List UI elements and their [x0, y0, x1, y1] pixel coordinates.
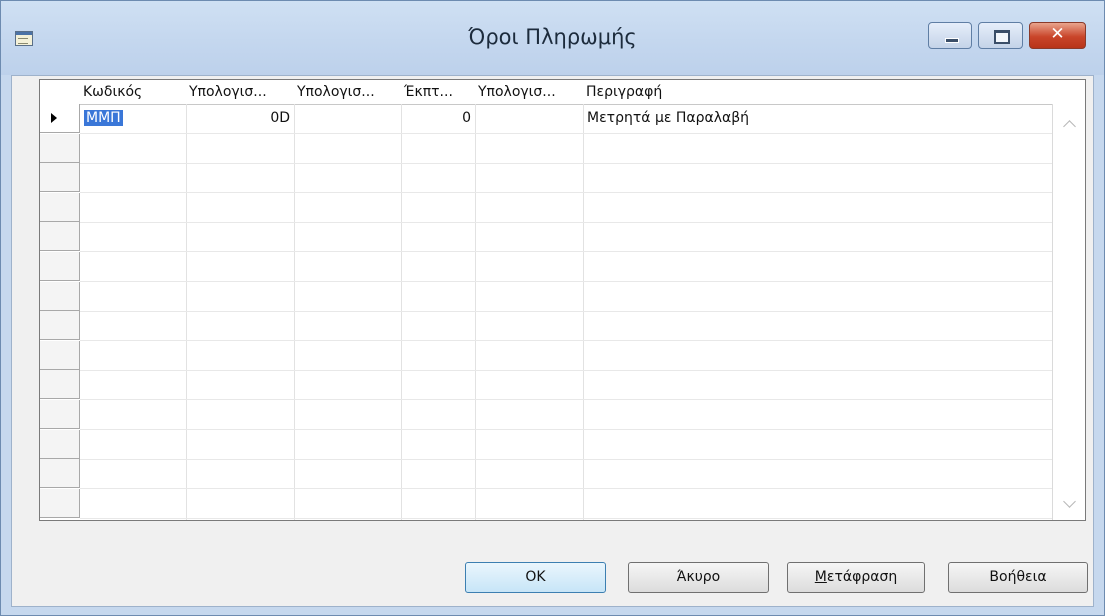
grid-header: Κωδικός Υπολογισ... Υπολογισ... Έκπτ... … — [40, 80, 1052, 105]
cell-discount-pct[interactable]: 0 — [401, 108, 471, 128]
row-divider — [80, 399, 1052, 400]
current-row-arrow-icon — [51, 113, 57, 123]
payment-terms-grid[interactable]: Κωδικός Υπολογισ... Υπολογισ... Έκπτ... … — [39, 79, 1086, 521]
translate-label: ετάφραση — [826, 569, 898, 585]
row-divider — [80, 370, 1052, 371]
maximize-icon — [994, 30, 1010, 44]
row-selector[interactable] — [40, 311, 80, 340]
row-divider — [80, 311, 1052, 312]
row-selector[interactable] — [40, 134, 80, 163]
row-selector[interactable] — [40, 489, 80, 518]
cell-due-date-calc[interactable]: 0D — [186, 108, 290, 128]
column-divider — [401, 104, 402, 520]
column-header-description[interactable]: Περιγραφή — [583, 80, 1052, 104]
row-selector[interactable] — [40, 282, 80, 311]
minimize-button[interactable] — [928, 22, 972, 49]
row-divider — [80, 222, 1052, 223]
translate-button[interactable]: Μετάφραση — [787, 562, 925, 593]
row-divider — [80, 429, 1052, 430]
payment-terms-window: Όροι Πληρωμής ✕ Κωδικός Υπολογισ... Υπολ… — [0, 0, 1105, 616]
row-selector[interactable] — [40, 400, 80, 429]
row-selector[interactable] — [40, 430, 80, 459]
row-selector[interactable] — [40, 104, 80, 133]
row-selector[interactable] — [40, 252, 80, 281]
code-value[interactable]: ΜΜΠ — [84, 110, 123, 126]
cell-description[interactable]: Μετρητά με Παραλαβή — [587, 108, 749, 128]
close-icon: ✕ — [1050, 24, 1065, 44]
row-divider — [80, 163, 1052, 164]
scroll-down-icon[interactable] — [1063, 495, 1076, 508]
maximize-button[interactable] — [978, 22, 1023, 49]
row-selector[interactable] — [40, 459, 80, 488]
ok-button[interactable]: OK — [465, 562, 606, 593]
row-divider — [80, 251, 1052, 252]
row-divider — [80, 518, 1052, 519]
row-divider — [80, 340, 1052, 341]
column-header-calc-other[interactable]: Υπολογισ... — [475, 80, 583, 104]
column-header-code[interactable]: Κωδικός — [80, 80, 186, 104]
row-divider — [80, 281, 1052, 282]
cell-code[interactable]: ΜΜΠ — [84, 108, 123, 128]
row-selector[interactable] — [40, 193, 80, 222]
translate-accesskey: Μ — [814, 569, 827, 585]
row-divider — [80, 133, 1052, 134]
row-selector[interactable] — [40, 163, 80, 192]
row-divider — [80, 459, 1052, 460]
column-header-due-date-calc[interactable]: Υπολογισ... — [186, 80, 294, 104]
column-header-discount-pct[interactable]: Έκπτ... — [401, 80, 475, 104]
row-divider — [80, 488, 1052, 489]
row-selector[interactable] — [40, 341, 80, 370]
scroll-up-icon[interactable] — [1063, 120, 1076, 133]
row-divider — [80, 192, 1052, 193]
title-bar[interactable]: Όροι Πληρωμής ✕ — [1, 1, 1104, 75]
row-selector[interactable] — [40, 222, 80, 251]
column-divider — [583, 104, 584, 520]
column-divider — [475, 104, 476, 520]
minimize-icon — [945, 38, 959, 43]
dialog-body: Κωδικός Υπολογισ... Υπολογισ... Έκπτ... … — [11, 75, 1094, 607]
cancel-button[interactable]: Άκυρο — [628, 562, 769, 593]
close-button[interactable]: ✕ — [1029, 22, 1086, 49]
column-header-discount-date-calc[interactable]: Υπολογισ... — [294, 80, 401, 104]
column-divider — [186, 104, 187, 520]
vertical-scrollbar[interactable] — [1052, 104, 1085, 520]
row-selector[interactable] — [40, 370, 80, 399]
column-divider — [294, 104, 295, 520]
help-button[interactable]: Βοήθεια — [948, 562, 1088, 593]
